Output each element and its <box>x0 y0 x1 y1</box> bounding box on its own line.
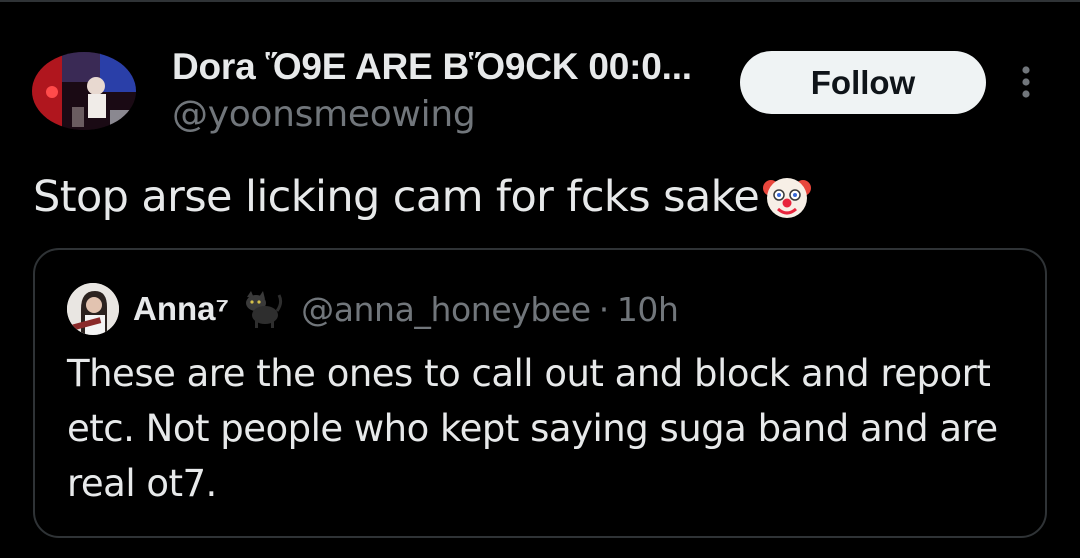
quoted-tweet-text: These are the ones to call out and block… <box>67 352 998 505</box>
quoted-tweet-header: Anna⁷ @anna_honeybee · 10h <box>67 280 679 338</box>
follow-button[interactable]: Follow <box>740 51 986 114</box>
header-separator: · <box>598 289 609 329</box>
quoted-author-handle[interactable]: @anna_honeybee <box>301 290 591 329</box>
quoted-author-avatar[interactable] <box>67 283 119 335</box>
avatar-image <box>32 52 136 130</box>
more-options-icon[interactable] <box>1008 62 1044 102</box>
quoted-tweet-card[interactable]: Anna⁷ @anna_honeybee · 10h These are the… <box>33 248 1047 538</box>
quoted-tweet-timestamp[interactable]: 10h <box>617 290 679 329</box>
author-name-row[interactable]: Dora Ὅ9E ARE BὍ9CK 00:0... <box>172 42 692 92</box>
quoted-author-name[interactable]: Anna⁷ <box>133 290 229 328</box>
tweet-text: Stop arse licking cam for fcks sake <box>33 172 812 222</box>
tweet-text-body: Stop arse licking cam for fcks sake <box>33 172 760 222</box>
clown-face-icon <box>763 178 812 218</box>
author-display-name[interactable]: Dora Ὅ9E ARE BὍ9CK 00:0... <box>172 46 692 88</box>
author-avatar[interactable] <box>32 52 136 130</box>
author-handle[interactable]: @yoonsmeowing <box>172 94 476 135</box>
top-divider <box>0 0 1080 2</box>
black-cat-icon <box>246 291 283 328</box>
